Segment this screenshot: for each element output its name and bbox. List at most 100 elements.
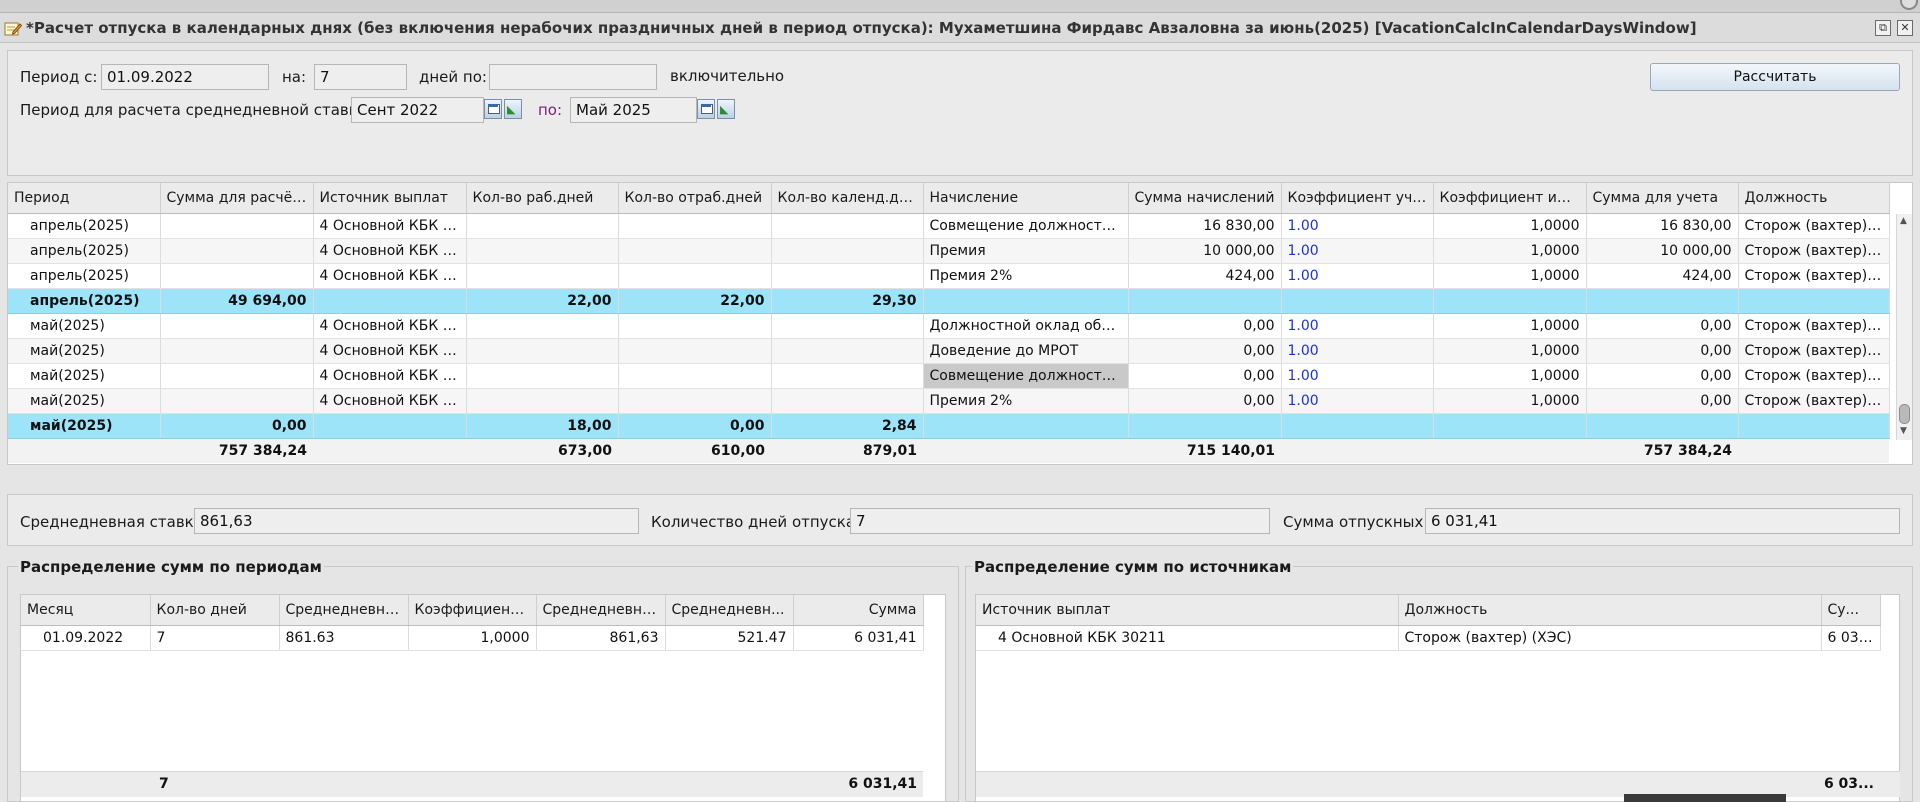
table-cell (618, 263, 772, 289)
table-cell (771, 338, 924, 364)
column-header[interactable]: Кол-во календ.дней (771, 183, 924, 214)
table-row[interactable]: апрель(2025) 4 Основной КБК 30... Совмещен… (8, 213, 1890, 239)
table-cell: 861.63 (279, 625, 409, 651)
days-to-input[interactable] (489, 64, 657, 90)
table-row[interactable]: 01.09.2022 7 861.63 1,0000 861,63 521.47 6 031… (21, 625, 924, 651)
table-row[interactable]: 4 Основной КБК 30211 Сторож (вахтер) (ХЭС… (976, 625, 1881, 651)
table-cell (771, 313, 924, 339)
table-cell: 1.00 (1281, 263, 1434, 289)
calculate-button[interactable]: Рассчитать (1650, 63, 1900, 91)
total-row[interactable]: 757 384,24 673,00 610,00 879,01 715 140,01 75… (8, 438, 1889, 463)
column-header[interactable]: Сумма для учета (1586, 183, 1739, 214)
avg-from-input[interactable]: Сент 2022 (351, 97, 484, 123)
column-header[interactable]: Кол-во дней (150, 595, 280, 626)
scroll-up-icon[interactable]: ▲ (1900, 216, 1907, 226)
table-cell: 521.47 (665, 625, 794, 651)
table-cell: 4 Основной КБК 30... (313, 263, 467, 289)
table-cell (466, 363, 619, 389)
column-header[interactable]: Су... (1821, 595, 1881, 626)
column-header[interactable]: Источник выплат (976, 595, 1399, 626)
table-cell (313, 288, 467, 314)
column-header[interactable]: Период (8, 183, 161, 214)
table-cell: Сторож (вахтер) (Х... (1738, 238, 1890, 264)
table-cell: 16 830,00 (1586, 213, 1739, 239)
pick-from-arrow-icon[interactable]: ◣ (504, 99, 522, 119)
table-cell: 7 (150, 625, 280, 651)
restore-window-icon[interactable]: ⧉ (1875, 20, 1891, 36)
table-cell: 1,0000 (1433, 238, 1587, 264)
table-row[interactable]: май(2025) 4 Основной КБК 30... Премия 2% 0,… (8, 388, 1890, 414)
table-cell (923, 438, 1128, 463)
column-header[interactable]: Коэффициент и... (408, 595, 537, 626)
table-cell: 6 031,41 (793, 625, 924, 651)
column-header[interactable]: Месяц (21, 595, 151, 626)
column-header[interactable]: Сумма для расчёта (160, 183, 314, 214)
vacation-sum-field[interactable]: 6 031,41 (1425, 508, 1900, 534)
scroll-down-icon[interactable]: ▼ (1900, 426, 1907, 436)
tooltip-popup (1624, 794, 1786, 802)
table-row[interactable]: май(2025) 4 Основной КБК 30... Должностной… (8, 313, 1890, 339)
table-cell: 0,00 (1586, 388, 1739, 414)
table-cell (313, 438, 466, 463)
pick-to-arrow-icon[interactable]: ◣ (717, 99, 735, 119)
subtotal-row[interactable]: апрель(2025) 49 694,00 22,00 22,00 29,30 (8, 288, 1890, 314)
table-cell: Сторож (вахтер) (ХЭС) (1398, 625, 1822, 651)
column-header[interactable]: Начисление (923, 183, 1129, 214)
vacation-days-field[interactable]: 7 (850, 508, 1270, 534)
column-header[interactable]: Должность (1398, 595, 1822, 626)
table-cell (8, 438, 160, 463)
table-cell: май(2025) (8, 413, 161, 439)
column-header[interactable]: Должность (1738, 183, 1890, 214)
table-cell: 0,00 (618, 413, 772, 439)
table-cell (160, 213, 314, 239)
table-row[interactable]: апрель(2025) 4 Основной КБК 30... Премия 2… (8, 263, 1890, 289)
column-header[interactable]: Коэффициент участ... (1281, 183, 1434, 214)
period-from-input[interactable]: 01.09.2022 (101, 64, 269, 90)
days-count-label: на: (282, 68, 307, 86)
table-cell: 673,00 (466, 438, 618, 463)
table-cell: 1,0000 (1433, 313, 1587, 339)
accruals-scrollbar[interactable]: ▲ ▼ (1896, 214, 1912, 440)
table-cell: 49 694,00 (160, 288, 314, 314)
table-cell (1433, 438, 1586, 463)
column-header[interactable]: Среднедневн... (665, 595, 794, 626)
calendar-to-icon[interactable] (697, 99, 715, 119)
table-cell: май(2025) (8, 338, 161, 364)
table-cell: 1.00 (1281, 363, 1434, 389)
column-header[interactable]: Среднедневной ... (279, 595, 409, 626)
table-cell: Сторож (вахтер) (Х... (1738, 338, 1890, 364)
column-header[interactable]: Кол-во отраб.дней (618, 183, 772, 214)
table-cell: 4 Основной КБК 30211 (976, 625, 1399, 651)
table-cell (618, 213, 772, 239)
table-cell: 4 Основной КБК 30... (313, 388, 467, 414)
scroll-thumb[interactable] (1899, 404, 1910, 424)
column-header[interactable]: Коэффициент инде... (1433, 183, 1587, 214)
table-cell (1738, 438, 1889, 463)
column-header[interactable]: Среднедневной ... (536, 595, 666, 626)
close-window-icon[interactable]: ✕ (1897, 20, 1913, 36)
table-cell: 0,00 (1128, 388, 1282, 414)
window-titlebar[interactable]: *Расчет отпуска в календарных днях (без … (0, 13, 1920, 43)
calendar-from-icon[interactable] (484, 99, 502, 119)
table-cell: 0,00 (1128, 338, 1282, 364)
table-row[interactable]: апрель(2025) 4 Основной КБК 30... Премия 10… (8, 238, 1890, 264)
column-header[interactable]: Источник выплат (313, 183, 467, 214)
inclusive-label: включительно (670, 67, 785, 85)
table-row[interactable]: май(2025) 4 Основной КБК 30... Совмещение … (8, 363, 1890, 389)
table-cell (618, 388, 772, 414)
avg-period-label: Период для расчета среднедневной ставки: (20, 101, 373, 119)
table-cell: 18,00 (466, 413, 619, 439)
avg-rate-field[interactable]: 861,63 (194, 508, 639, 534)
table-row[interactable]: май(2025) 4 Основной КБК 30... Доведение д… (8, 338, 1890, 364)
column-header[interactable]: Сумма начислений (1128, 183, 1282, 214)
table-cell: 0,00 (1128, 363, 1282, 389)
column-header[interactable]: Сумма (793, 595, 924, 626)
column-header[interactable]: Кол-во раб.дней (466, 183, 619, 214)
corner-circle-icon[interactable] (1900, 0, 1918, 10)
avg-to-input[interactable]: Май 2025 (570, 97, 697, 123)
subtotal-row[interactable]: май(2025) 0,00 18,00 0,00 2,84 (8, 413, 1890, 439)
window-title: *Расчет отпуска в календарных днях (без … (26, 19, 1697, 37)
table-cell (160, 238, 314, 264)
days-count-input[interactable]: 7 (314, 64, 407, 90)
table-cell: 1,0000 (408, 625, 537, 651)
